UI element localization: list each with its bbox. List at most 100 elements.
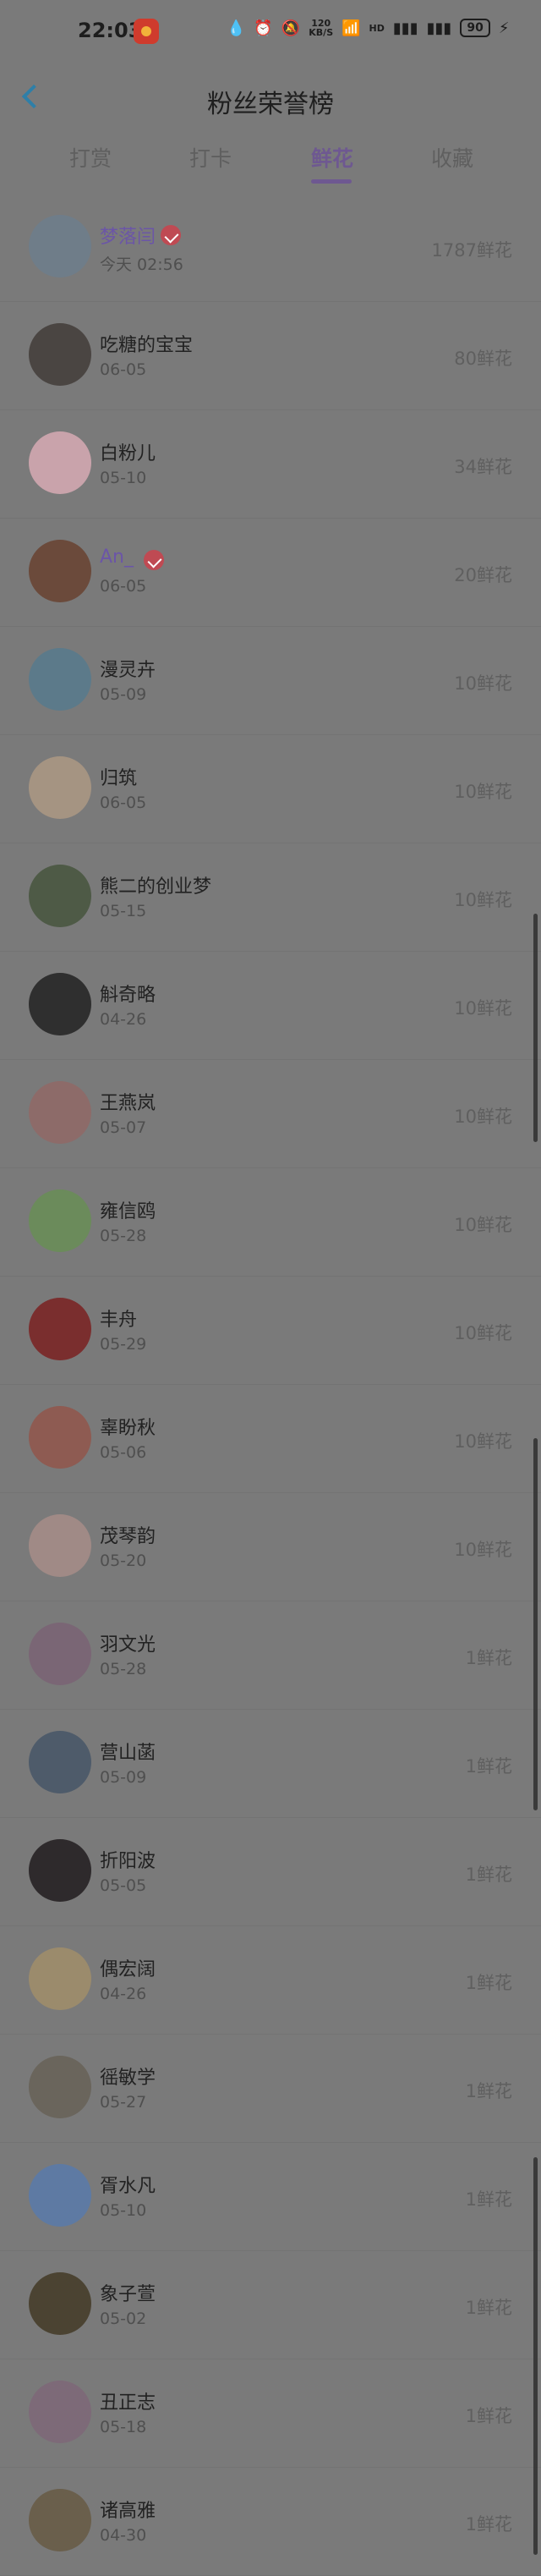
fan-date: 05-09 (100, 685, 147, 704)
tab-bar: 打赏 打卡 鲜花 收藏 (0, 135, 541, 195)
avatar[interactable] (29, 2381, 91, 2443)
fan-name: 熊二的创业梦 (100, 876, 212, 898)
avatar[interactable] (29, 215, 91, 277)
fan-name: 诸高雅 (100, 2501, 156, 2522)
network-speed: 120 KB/S (309, 18, 334, 38)
fan-name: 辜盼秋 (100, 1418, 156, 1439)
fan-name: 羽文光 (100, 1634, 156, 1656)
avatar[interactable] (29, 1081, 91, 1144)
fan-name: 营山菡 (100, 1743, 156, 1764)
hd-icon: HD (369, 22, 385, 34)
scrollbar-thumb[interactable] (533, 914, 538, 1142)
fan-date: 05-09 (100, 1768, 147, 1787)
mute-icon: 🔕 (281, 19, 301, 37)
fan-name: 折阳波 (100, 1851, 156, 1872)
fan-row[interactable]: 丰舟 05-29 10鲜花 (0, 1276, 541, 1385)
fan-row[interactable]: 雍信鸥 05-28 10鲜花 (0, 1167, 541, 1277)
fan-date: 05-18 (100, 2418, 147, 2436)
fan-row[interactable]: 熊二的创业梦 05-15 10鲜花 (0, 843, 541, 952)
fan-row[interactable]: 诸高雅 04-30 1鲜花 (0, 2467, 541, 2576)
fan-date: 05-27 (100, 2093, 147, 2112)
fan-row[interactable]: 漫灵卉 05-09 10鲜花 (0, 626, 541, 735)
fan-row[interactable]: 白粉儿 05-10 34鲜花 (0, 409, 541, 519)
avatar[interactable] (29, 2164, 91, 2227)
flower-count: 1鲜花 (465, 1973, 512, 1993)
fan-date: 06-05 (100, 360, 147, 379)
fan-name: 吃糖的宝宝 (100, 335, 194, 356)
flower-count: 1鲜花 (465, 2514, 512, 2535)
avatar[interactable] (29, 1731, 91, 1793)
avatar[interactable] (29, 648, 91, 711)
avatar[interactable] (29, 431, 91, 494)
fan-date: 05-28 (100, 1660, 147, 1678)
fan-row[interactable]: An_ 06-05 20鲜花 (0, 518, 541, 627)
avatar[interactable] (29, 2056, 91, 2118)
fan-row[interactable]: 徭敏学 05-27 1鲜花 (0, 2034, 541, 2143)
avatar[interactable] (29, 540, 91, 602)
fan-row[interactable]: 营山菡 05-09 1鲜花 (0, 1709, 541, 1818)
avatar[interactable] (29, 1839, 91, 1902)
fan-name: 白粉儿 (100, 443, 156, 464)
avatar[interactable] (29, 1623, 91, 1685)
fan-row[interactable]: 偶宏阔 04-26 1鲜花 (0, 1925, 541, 2035)
scrollbar-thumb[interactable] (533, 1438, 538, 1810)
fan-date: 04-26 (100, 1010, 147, 1029)
fan-name: 偶宏阔 (100, 1959, 156, 1980)
fan-name: 斛奇略 (100, 985, 156, 1006)
avatar[interactable] (29, 323, 91, 386)
fan-date: 06-05 (100, 794, 147, 812)
fan-date: 05-10 (100, 469, 147, 487)
avatar[interactable] (29, 973, 91, 1035)
signal-5g-icon: ▮▮▮ (426, 19, 452, 37)
fan-date: 05-20 (100, 1552, 147, 1570)
fan-row[interactable]: 象子萱 05-02 1鲜花 (0, 2250, 541, 2359)
tab-favorite[interactable]: 收藏 (431, 142, 473, 173)
fan-row[interactable]: 胥水凡 05-10 1鲜花 (0, 2142, 541, 2251)
fan-row[interactable]: 羽文光 05-28 1鲜花 (0, 1601, 541, 1710)
tab-tip[interactable]: 打赏 (69, 142, 112, 173)
fan-name: 梦落闫 (100, 227, 156, 248)
fan-row[interactable]: 折阳波 05-05 1鲜花 (0, 1817, 541, 1926)
fan-date: 05-06 (100, 1443, 147, 1462)
fan-row[interactable]: 斛奇略 04-26 10鲜花 (0, 951, 541, 1060)
avatar[interactable] (29, 756, 91, 819)
fan-row[interactable]: 吃糖的宝宝 06-05 80鲜花 (0, 301, 541, 410)
fan-row[interactable]: 梦落闫 今天 02:56 1787鲜花 (0, 193, 541, 302)
avatar[interactable] (29, 2272, 91, 2335)
avatar[interactable] (29, 2489, 91, 2551)
avatar[interactable] (29, 1406, 91, 1469)
fan-row[interactable]: 茂琴韵 05-20 10鲜花 (0, 1492, 541, 1601)
tab-indicator (311, 179, 352, 184)
avatar[interactable] (29, 1947, 91, 2010)
fan-date: 04-30 (100, 2526, 147, 2545)
fan-name: 象子萱 (100, 2284, 156, 2305)
vip-badge-icon (144, 550, 164, 570)
fan-date: 今天 02:56 (100, 255, 183, 274)
fan-date: 05-10 (100, 2201, 147, 2220)
app-notification-icon (134, 19, 159, 44)
tab-checkin[interactable]: 打卡 (189, 142, 232, 173)
fan-name: 归筑 (100, 768, 138, 789)
fan-date: 05-29 (100, 1335, 147, 1354)
avatar[interactable] (29, 1189, 91, 1252)
system-status-icons: 💧 ⏰ 🔕 120 KB/S 📶 HD ▮▮▮ ▮▮▮ 90 ⚡ (227, 19, 509, 37)
flower-count: 10鲜花 (454, 1107, 512, 1127)
fan-row[interactable]: 归筑 06-05 10鲜花 (0, 734, 541, 843)
fan-name: 徭敏学 (100, 2068, 156, 2089)
fan-row[interactable]: 王燕岚 05-07 10鲜花 (0, 1059, 541, 1168)
vip-badge-icon (161, 225, 181, 245)
water-drop-icon: 💧 (227, 19, 246, 37)
scrollbar-thumb[interactable] (533, 2157, 538, 2555)
tab-flower[interactable]: 鲜花 (311, 142, 353, 173)
fan-row[interactable]: 辜盼秋 05-06 10鲜花 (0, 1384, 541, 1493)
fan-date: 06-05 (100, 577, 147, 596)
status-bar: 22:03 💧 ⏰ 🔕 120 KB/S 📶 HD ▮▮▮ ▮▮▮ 90 ⚡ (0, 0, 541, 68)
header: 粉丝荣誉榜 (0, 73, 541, 124)
alarm-icon: ⏰ (254, 19, 273, 37)
avatar[interactable] (29, 1514, 91, 1577)
fan-row[interactable]: 丑正志 05-18 1鲜花 (0, 2359, 541, 2468)
flower-count: 10鲜花 (454, 782, 512, 802)
avatar[interactable] (29, 865, 91, 927)
avatar[interactable] (29, 1298, 91, 1360)
fan-name: 漫灵卉 (100, 660, 156, 681)
